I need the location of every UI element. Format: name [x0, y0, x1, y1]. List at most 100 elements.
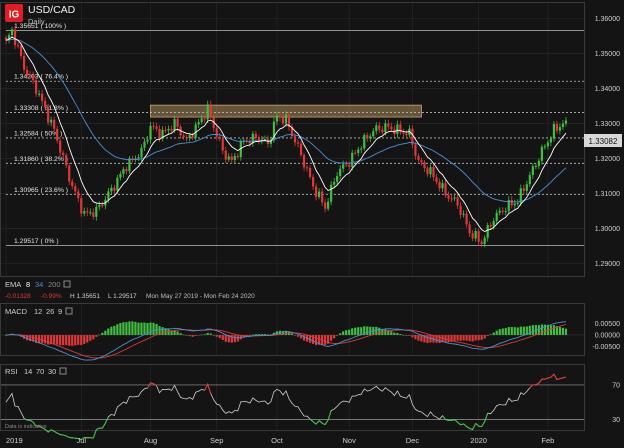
- candle-body: [77, 191, 80, 199]
- candle-body: [140, 147, 143, 158]
- candle-body: [197, 122, 200, 125]
- date-tick-label: Feb: [541, 436, 554, 445]
- macd-histogram-bar: [324, 335, 327, 346]
- macd-histogram-bar: [113, 325, 116, 335]
- macd-histogram-bar: [351, 328, 354, 335]
- candle-body: [71, 181, 74, 187]
- candle-body: [125, 169, 128, 172]
- macd-histogram-bar: [77, 335, 80, 345]
- candle-body: [173, 118, 176, 131]
- macd-histogram-bar: [179, 333, 182, 335]
- candle-body: [522, 188, 525, 191]
- candle-body: [465, 213, 468, 225]
- candle-body: [19, 45, 23, 56]
- candle-body: [468, 224, 471, 234]
- candle-body: [146, 139, 149, 142]
- price-tick-label: 1.32000: [595, 156, 620, 163]
- candle-body: [218, 136, 221, 139]
- candle-body: [62, 152, 65, 156]
- candle-body: [546, 142, 549, 147]
- macd-histogram-bar: [531, 325, 534, 335]
- candle-body: [233, 155, 236, 161]
- macd-histogram-bar: [206, 332, 209, 335]
- candle-body: [206, 104, 209, 120]
- price-tick-label: 1.36000: [595, 16, 620, 23]
- macd-histogram-bar: [143, 322, 146, 335]
- candle-body: [501, 210, 504, 212]
- macd-histogram-bar: [314, 335, 318, 346]
- candle-body: [236, 155, 239, 158]
- ema-period-slow: 200: [48, 280, 61, 289]
- candle-body: [444, 183, 447, 196]
- price-tick-label: 1.33000: [595, 121, 620, 128]
- candle-body: [116, 177, 119, 191]
- macd-histogram-bar: [59, 335, 62, 346]
- macd-histogram-bar: [56, 335, 59, 345]
- macd-histogram-bar: [498, 329, 501, 335]
- candle-body: [185, 137, 188, 139]
- candle-body: [366, 135, 369, 139]
- macd-histogram-bar: [345, 330, 348, 335]
- macd-period-signal: 9: [58, 307, 62, 316]
- date-tick-label: Aug: [144, 436, 157, 445]
- candle-body: [278, 115, 282, 118]
- candle-body: [215, 128, 218, 137]
- macd-histogram-bar: [513, 327, 516, 335]
- candle-body: [540, 146, 543, 161]
- macd-histogram-bar: [480, 335, 483, 340]
- candle-body: [426, 168, 429, 175]
- macd-histogram-bar: [116, 324, 119, 335]
- candle-body: [354, 152, 357, 154]
- date-tick-label: Jul: [76, 436, 86, 445]
- macd-histogram-bar: [101, 332, 104, 335]
- macd-histogram-bar: [230, 335, 233, 343]
- candle-body: [110, 187, 113, 192]
- candle-body: [450, 198, 453, 200]
- candle-body: [543, 146, 546, 148]
- macd-histogram-bar: [393, 332, 396, 335]
- fib-level-label: 1.31860 ( 38.2% ): [14, 156, 68, 163]
- candle-body: [357, 149, 360, 153]
- macd-histogram-bar: [296, 335, 300, 337]
- candle-body: [456, 197, 459, 206]
- macd-histogram-bar: [354, 327, 357, 335]
- candle-body: [348, 164, 351, 167]
- macd-histogram-bar: [152, 322, 155, 335]
- macd-histogram-bar: [149, 322, 152, 335]
- candle-body: [188, 135, 191, 138]
- candle-body: [65, 155, 68, 166]
- candle-body: [375, 125, 378, 132]
- candle-body: [31, 75, 35, 81]
- candle-body: [293, 136, 297, 143]
- macd-histogram-bar: [173, 330, 176, 335]
- candle-body: [435, 177, 438, 182]
- candle-body: [284, 114, 288, 124]
- date-range: Mon May 27 2019 - Mon Feb 24 2020: [146, 293, 255, 300]
- macd-histogram-bar: [549, 325, 553, 335]
- ema-period-mid: 34: [35, 280, 43, 289]
- candle-body: [149, 125, 152, 140]
- candle-body: [296, 142, 300, 144]
- macd-histogram-bar: [465, 335, 468, 341]
- candle-body: [321, 191, 324, 203]
- candle-body: [227, 156, 230, 160]
- candle-body: [474, 231, 477, 239]
- price-tick-label: 1.34000: [595, 86, 620, 93]
- macd-histogram-bar: [459, 335, 462, 341]
- candle-body: [28, 74, 32, 76]
- price-tick-label: 1.31000: [595, 191, 620, 198]
- macd-histogram-bar: [122, 322, 125, 335]
- price-tick-label: 1.30000: [595, 226, 620, 233]
- candle-body: [254, 133, 257, 138]
- ema-legend: EMA 8 34 200: [5, 280, 71, 289]
- candle-body: [263, 139, 267, 141]
- candle-body: [429, 167, 432, 175]
- macd-histogram-bar: [65, 335, 68, 346]
- candle-body: [492, 220, 495, 227]
- candle-body: [164, 129, 167, 131]
- candle-body: [22, 55, 26, 70]
- ema-period-fast: 8: [26, 280, 30, 289]
- macd-histogram-bar: [53, 335, 56, 345]
- candle-body: [167, 128, 170, 131]
- fib-level-label: 1.30965 ( 23.6% ): [14, 187, 68, 194]
